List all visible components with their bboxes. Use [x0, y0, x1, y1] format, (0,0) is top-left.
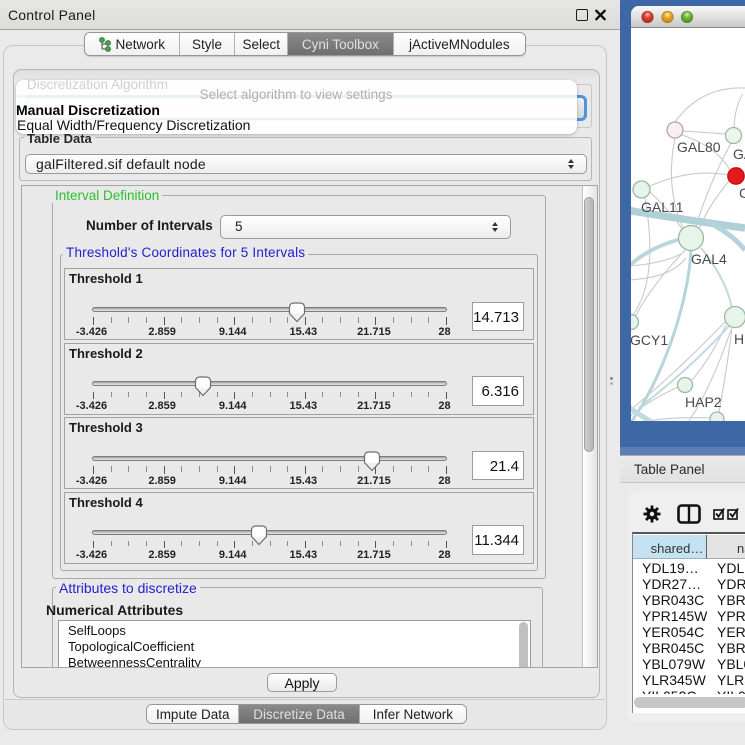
svg-text:HAP2: HAP2: [685, 394, 722, 410]
svg-text:GAL4: GAL4: [691, 251, 727, 267]
svg-text:H: H: [734, 331, 744, 347]
svg-text:GAL80: GAL80: [677, 139, 721, 155]
svg-text:C: C: [739, 185, 745, 201]
svg-text:GA: GA: [733, 146, 745, 162]
svg-text:GAL11: GAL11: [641, 199, 684, 215]
svg-text:GCY1: GCY1: [631, 332, 668, 348]
